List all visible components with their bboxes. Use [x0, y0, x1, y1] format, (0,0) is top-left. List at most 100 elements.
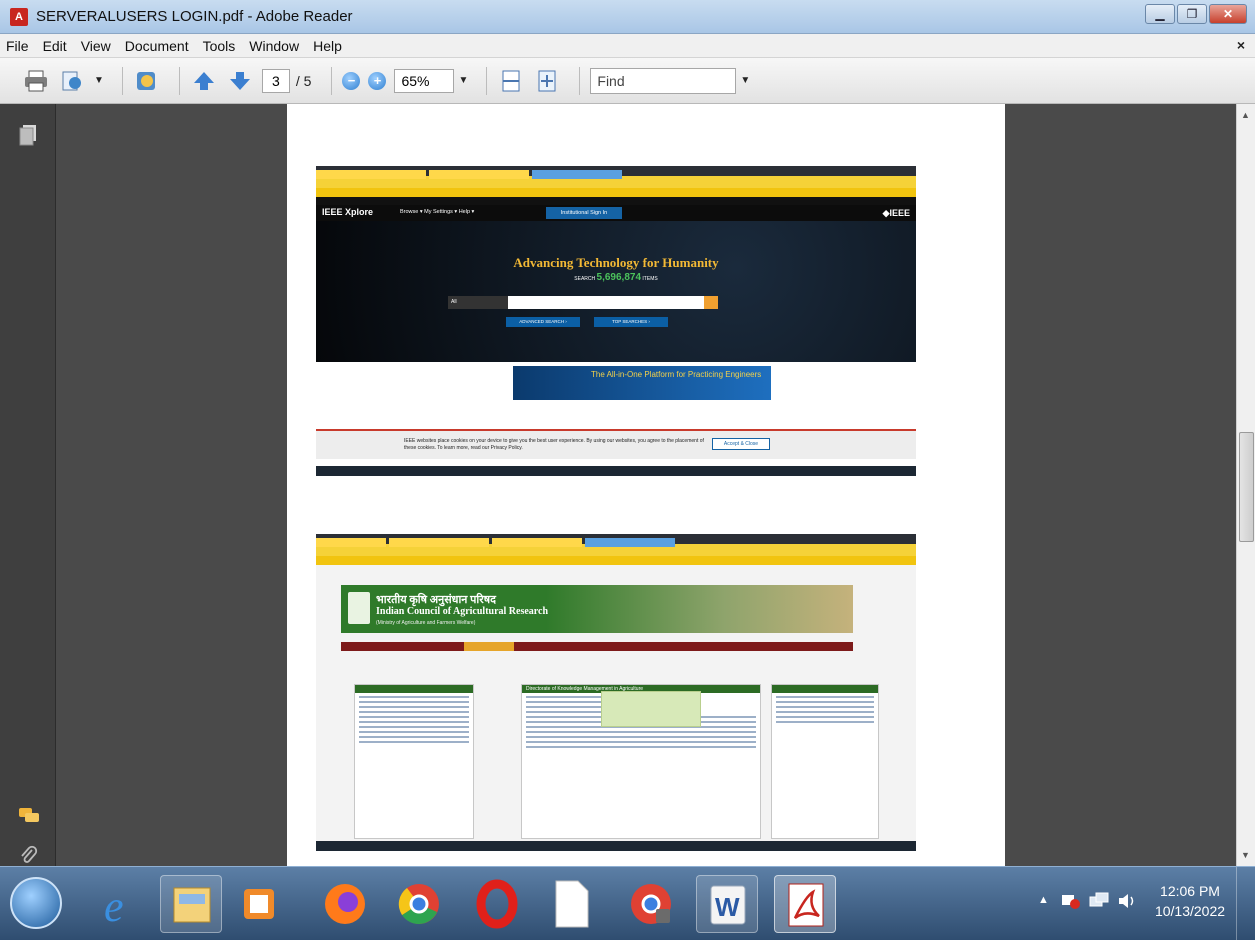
show-hidden-icons-icon[interactable]: ▲	[1038, 894, 1049, 906]
find-dropdown-arrow[interactable]: ▼	[740, 75, 750, 86]
adobe-reader-window: A SERVERALUSERS LOGIN.pdf - Adobe Reader…	[0, 0, 1255, 940]
menu-edit[interactable]: Edit	[43, 38, 67, 54]
title-bar: A SERVERALUSERS LOGIN.pdf - Adobe Reader…	[0, 0, 1255, 34]
ieee-search-count: SEARCH 5,696,874 ITEMS	[316, 272, 916, 283]
menu-help[interactable]: Help	[313, 38, 342, 54]
toolbar-separator	[579, 66, 581, 95]
clock-time[interactable]: 12:06 PM	[1150, 883, 1230, 899]
ieee-xplore-logo: IEEE Xplore	[322, 207, 374, 217]
zoom-out-button[interactable]: −	[342, 71, 361, 90]
ieee-count-prefix: SEARCH	[574, 276, 596, 282]
embedded-screenshot-icar: भारतीय कृषि अनुसंधान परिषद Indian Counci…	[316, 534, 916, 851]
icar-title-hindi: भारतीय कृषि अनुसंधान परिषद	[376, 594, 496, 606]
icar-emblem-icon	[348, 592, 370, 624]
embedded-windows-taskbar	[316, 466, 916, 476]
opera-icon[interactable]	[470, 877, 524, 931]
show-desktop-button[interactable]	[1236, 867, 1255, 940]
firefox-icon[interactable]	[318, 877, 372, 931]
navigation-panel	[0, 104, 56, 866]
fit-page-icon[interactable]	[533, 67, 561, 95]
svg-text:e: e	[104, 882, 124, 929]
zoom-level-input[interactable]: 65%	[394, 68, 455, 93]
icar-left-sidebar	[354, 684, 474, 839]
file-explorer-icon[interactable]	[160, 875, 222, 933]
ieee-cookie-text: IEEE websites place cookies on your devi…	[404, 438, 704, 451]
share-dropdown-arrow[interactable]: ▼	[94, 75, 104, 86]
next-page-icon[interactable]	[226, 67, 254, 95]
ieee-advanced-search: ADVANCED SEARCH ›	[506, 317, 580, 327]
previous-page-icon[interactable]	[190, 67, 218, 95]
browser-tab-strip	[316, 166, 916, 179]
ieee-hero: IEEE Xplore Browse ▾ My Settings ▾ Help …	[316, 205, 916, 362]
window-controls: ▁ ❐ ✕	[1145, 4, 1247, 24]
internet-explorer-icon[interactable]: e	[96, 879, 146, 931]
menu-tools[interactable]: Tools	[203, 38, 236, 54]
hand-tool-icon[interactable]	[133, 67, 161, 95]
menu-window[interactable]: Window	[249, 38, 299, 54]
document-close-button[interactable]: ×	[1237, 37, 1245, 53]
chrome-icon[interactable]	[392, 877, 446, 931]
zoom-dropdown-arrow[interactable]: ▼	[458, 75, 468, 86]
clock-date[interactable]: 10/13/2022	[1150, 903, 1230, 919]
ieee-top-searches: TOP SEARCHES ›	[594, 317, 668, 327]
print-icon[interactable]	[22, 67, 50, 95]
volume-icon[interactable]	[1116, 891, 1138, 911]
attachments-icon[interactable]	[18, 844, 38, 866]
menu-file[interactable]: File	[6, 38, 29, 54]
ieee-top-strip	[316, 197, 916, 205]
media-player-icon[interactable]	[236, 881, 282, 927]
zoom-in-button[interactable]: +	[368, 71, 387, 90]
toolbar-separator	[331, 66, 333, 95]
ieee-ad-banner: The All-in-One Platform for Practicing E…	[513, 366, 771, 400]
action-center-icon[interactable]	[1060, 891, 1082, 911]
pages-icon[interactable]	[18, 124, 38, 146]
chrome-profile-icon[interactable]	[624, 877, 678, 931]
ieee-count-value: 5,696,874	[596, 272, 642, 283]
scrollbar-thumb[interactable]	[1239, 432, 1254, 542]
menu-view[interactable]: View	[81, 38, 111, 54]
network-icon[interactable]	[1088, 891, 1110, 911]
browser-bookmarks-bar	[316, 556, 916, 565]
toolbar-separator	[121, 66, 123, 95]
ieee-cookie-accept: Accept & Close	[712, 438, 770, 450]
ieee-count-suffix: ITEMS	[642, 276, 658, 282]
word-icon[interactable]: W	[696, 875, 758, 933]
share-icon[interactable]	[58, 67, 86, 95]
browser-tab-strip	[316, 534, 916, 547]
icar-news-header	[772, 685, 878, 693]
document-file-icon[interactable]	[548, 877, 594, 931]
adobe-reader-taskbar-icon[interactable]	[774, 875, 836, 933]
ieee-search-icon	[704, 296, 718, 309]
ieee-signin-button: Institutional Sign In	[546, 207, 622, 219]
ieee-nav: IEEE Xplore Browse ▾ My Settings ▾ Help …	[316, 205, 916, 221]
scroll-up-arrow[interactable]: ▲	[1241, 110, 1250, 120]
ieee-ad-text: The All-in-One Platform for Practicing E…	[591, 370, 762, 379]
find-input[interactable]: Find	[590, 67, 737, 94]
window-title: SERVERALUSERS LOGIN.pdf - Adobe Reader	[36, 8, 353, 25]
ieee-brand-logo: ◆IEEE	[882, 208, 910, 218]
icar-subtitle: (Ministry of Agriculture and Farmers Wel…	[376, 620, 476, 626]
menu-document[interactable]: Document	[125, 38, 189, 54]
minimize-button[interactable]: ▁	[1145, 4, 1175, 24]
embedded-screenshot-ieee: IEEE Xplore Browse ▾ My Settings ▾ Help …	[316, 166, 916, 476]
toolbar-separator	[178, 66, 180, 95]
vertical-scrollbar[interactable]: ▲ ▼	[1236, 104, 1255, 866]
ieee-cookie-banner: IEEE websites place cookies on your devi…	[316, 429, 916, 459]
toolbar: ▼ 3 / 5 − + 65% ▼ Find ▼	[0, 58, 1255, 104]
comments-icon[interactable]	[18, 806, 39, 828]
windows-taskbar: e W ▲ 12:06 PM 10/13/2022	[0, 866, 1255, 940]
maximize-button[interactable]: ❐	[1177, 4, 1207, 24]
start-button[interactable]	[10, 877, 62, 929]
scroll-down-arrow[interactable]: ▼	[1241, 850, 1250, 860]
svg-text:W: W	[715, 892, 740, 922]
icar-highlight-box	[601, 691, 701, 727]
icar-right-sidebar	[771, 684, 879, 839]
icar-sidebar-header	[355, 685, 473, 693]
close-button[interactable]: ✕	[1209, 4, 1247, 24]
ieee-headline: Advancing Technology for Humanity	[513, 255, 719, 270]
icar-title-english: Indian Council of Agricultural Research	[376, 606, 549, 617]
page-number-input[interactable]: 3	[261, 68, 290, 93]
ieee-search-bar: All	[448, 296, 718, 309]
page-total: / 5	[295, 72, 312, 89]
scrolling-mode-icon[interactable]	[497, 67, 525, 95]
